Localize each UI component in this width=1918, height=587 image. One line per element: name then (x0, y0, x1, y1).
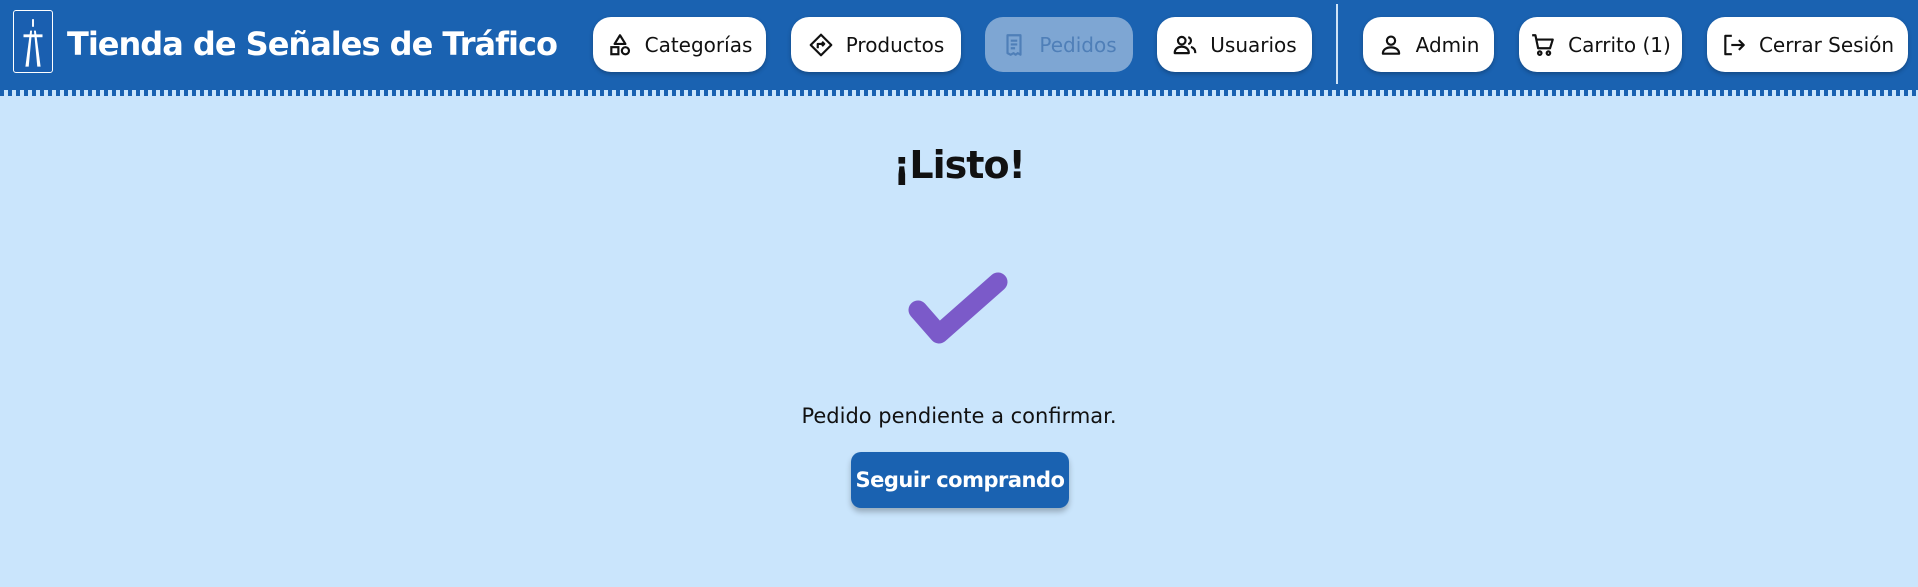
page-title: ¡Listo! (893, 143, 1026, 187)
admin-button[interactable]: Admin (1363, 17, 1494, 72)
nav-divider (1336, 4, 1338, 84)
person-icon (1378, 32, 1404, 58)
logout-label: Cerrar Sesión (1758, 32, 1895, 57)
motorway-sign-icon[interactable] (13, 10, 53, 73)
order-status-message: Pedido pendiente a confirmar. (801, 404, 1117, 428)
admin-label: Admin (1415, 32, 1480, 57)
nav-categorias-label: Categorías (644, 32, 753, 57)
brand-title[interactable]: Tienda de Señales de Tráfico (67, 20, 558, 68)
checkmark-icon (906, 267, 1010, 349)
navbar-dashed-border (0, 90, 1918, 96)
direction-sign-icon (808, 32, 834, 58)
nav-productos-label: Productos (845, 32, 945, 57)
nav-usuarios-label: Usuarios (1210, 32, 1297, 57)
logout-button[interactable]: Cerrar Sesión (1707, 17, 1908, 72)
shapes-icon (607, 32, 633, 58)
logout-icon (1721, 32, 1747, 58)
receipt-icon (1001, 32, 1027, 58)
nav-usuarios-button[interactable]: Usuarios (1157, 17, 1312, 72)
nav-categorias-button[interactable]: Categorías (593, 17, 766, 72)
nav-pedidos-label: Pedidos (1039, 32, 1117, 57)
nav-productos-button[interactable]: Productos (791, 17, 961, 72)
users-icon (1172, 32, 1198, 58)
cart-button[interactable]: Carrito (1) (1519, 17, 1682, 72)
cart-label: Carrito (1) (1568, 32, 1671, 57)
top-navbar: Tienda de Señales de Tráfico Categorías … (0, 0, 1918, 92)
cart-icon (1530, 32, 1556, 58)
nav-pedidos-button: Pedidos (985, 17, 1133, 72)
continue-shopping-button[interactable]: Seguir comprando (851, 452, 1069, 508)
